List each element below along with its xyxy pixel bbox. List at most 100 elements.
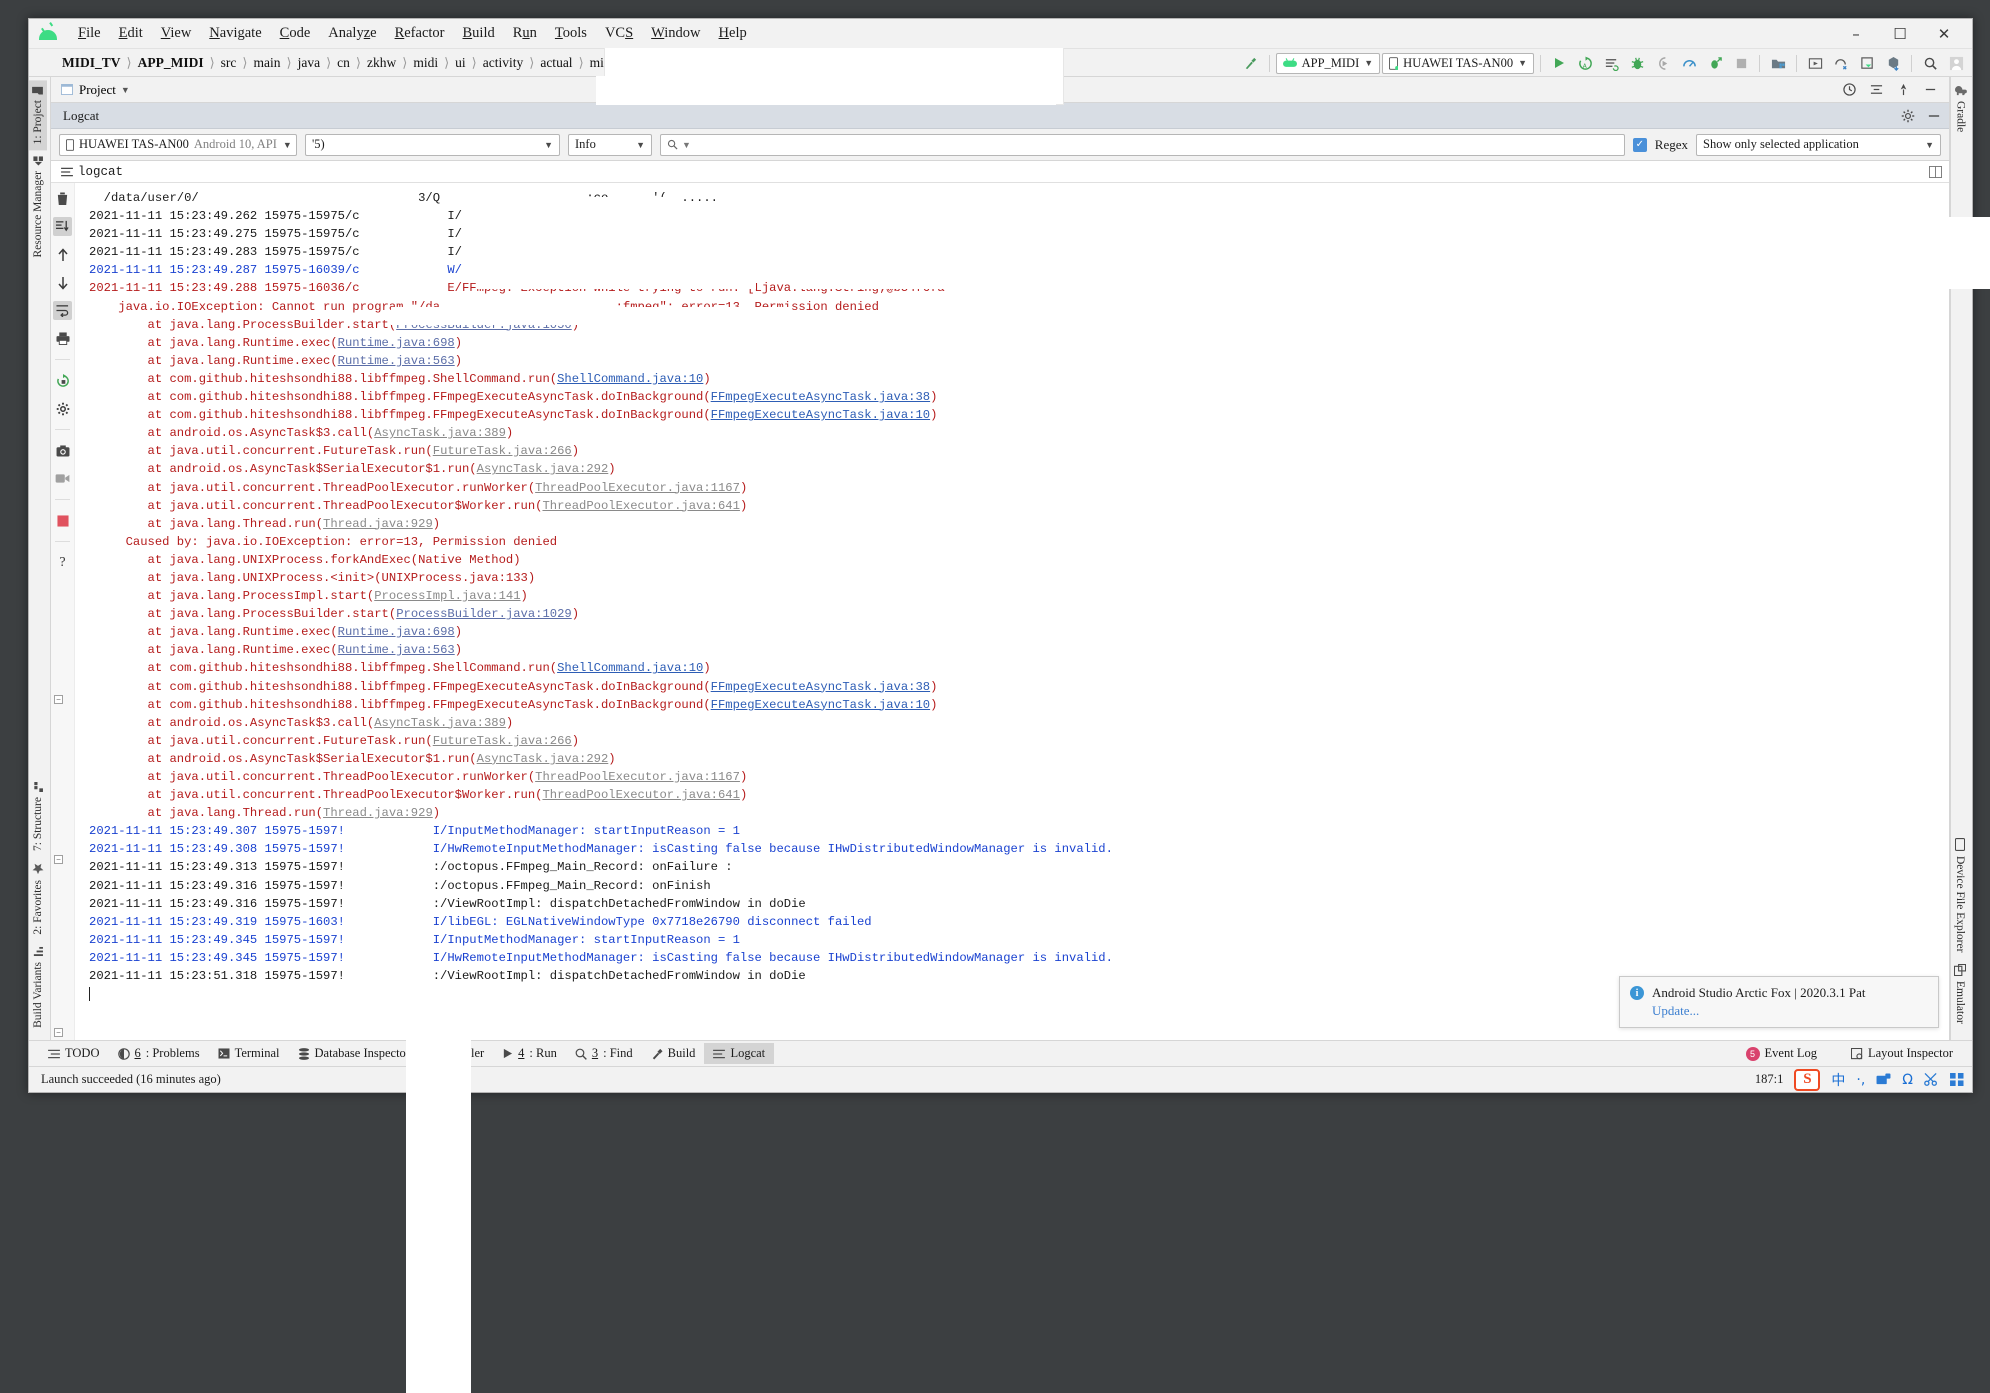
- search-everywhere-icon[interactable]: [1918, 51, 1942, 75]
- screen-record-icon[interactable]: [53, 469, 72, 488]
- device-filter-selector[interactable]: HUAWEI TAS-AN00 Android 10, API ▼: [59, 134, 297, 156]
- sidebar-item-gradle[interactable]: Gradle: [1951, 80, 1970, 138]
- device-manager-icon[interactable]: [1829, 51, 1853, 75]
- menu-window[interactable]: Window: [642, 22, 709, 45]
- tab-problems[interactable]: 6: Problems: [109, 1043, 209, 1064]
- scroll-to-end-icon[interactable]: [53, 217, 72, 236]
- stop-icon[interactable]: [53, 511, 72, 530]
- tab-run[interactable]: 4: Run: [493, 1043, 566, 1064]
- code-fold-marker[interactable]: −: [54, 695, 63, 704]
- menu-file[interactable]: File: [69, 22, 110, 45]
- apply-code-changes-icon[interactable]: [1599, 51, 1623, 75]
- ime-scissors-icon[interactable]: [1924, 1073, 1939, 1086]
- chevron-down-icon[interactable]: ▼: [121, 85, 130, 95]
- menu-vcs[interactable]: VCS: [596, 22, 642, 45]
- log-source-link[interactable]: FFmpegExecuteAsyncTask.java:38: [711, 390, 930, 404]
- code-fold-marker[interactable]: −: [54, 855, 63, 864]
- breadcrumb-item[interactable]: APP_MIDI: [135, 55, 207, 71]
- sidebar-item-structure[interactable]: 7: Structure: [29, 776, 47, 857]
- avd-manager-icon[interactable]: [1803, 51, 1827, 75]
- tab-event-log[interactable]: 5 Event Log: [1737, 1043, 1826, 1064]
- scope-selector[interactable]: Show only selected application ▼: [1696, 134, 1941, 156]
- breadcrumb-item[interactable]: ui: [452, 55, 469, 71]
- menu-view[interactable]: View: [152, 22, 201, 45]
- sidebar-item-favorites[interactable]: 2: Favorites: [29, 857, 47, 941]
- breadcrumb-item[interactable]: main: [251, 55, 284, 71]
- log-source-link[interactable]: FutureTask.java:266: [433, 734, 572, 748]
- ime-toolbox-icon[interactable]: [1950, 1073, 1964, 1086]
- log-source-link[interactable]: AsyncTask.java:292: [477, 752, 609, 766]
- history-icon[interactable]: [1843, 83, 1856, 96]
- avatar-icon[interactable]: [1944, 51, 1968, 75]
- sync-gradle-icon[interactable]: [1881, 51, 1905, 75]
- close-button[interactable]: ✕: [1922, 20, 1966, 48]
- tab-database-inspector[interactable]: Database Inspector: [289, 1043, 419, 1064]
- sidebar-item-emulator[interactable]: Emulator: [1951, 958, 1969, 1030]
- hide-panel-icon[interactable]: [1927, 109, 1941, 123]
- breadcrumb-item[interactable]: cn: [334, 55, 353, 71]
- log-source-link[interactable]: ShellCommand.java:10: [557, 661, 703, 675]
- process-filter-selector[interactable]: '5) ▼: [305, 134, 560, 156]
- notification-balloon[interactable]: i Android Studio Arctic Fox | 2020.3.1 P…: [1619, 976, 1939, 1028]
- settings-icon[interactable]: [53, 399, 72, 418]
- tab-find[interactable]: 3: Find: [566, 1043, 642, 1064]
- log-source-link[interactable]: ThreadPoolExecutor.java:1167: [535, 770, 740, 784]
- apply-changes-icon[interactable]: A: [1573, 51, 1597, 75]
- tab-logcat[interactable]: logcat: [61, 165, 123, 179]
- log-source-link[interactable]: ProcessImpl.java:141: [374, 589, 520, 603]
- layout-inspector-icon[interactable]: [1855, 51, 1879, 75]
- restart-icon[interactable]: [53, 371, 72, 390]
- soft-wrap-icon[interactable]: [53, 301, 72, 320]
- run-config-selector[interactable]: APP_MIDI ▼: [1276, 53, 1381, 74]
- device-selector[interactable]: HUAWEI TAS-AN00 ▼: [1382, 53, 1534, 74]
- screenshot-icon[interactable]: [53, 441, 72, 460]
- menu-build[interactable]: Build: [454, 22, 504, 45]
- menu-tools[interactable]: Tools: [546, 22, 596, 45]
- sidebar-item-resource-manager[interactable]: Resource Manager: [29, 150, 47, 264]
- tab-build[interactable]: Build: [642, 1043, 705, 1064]
- logcat-log-lines[interactable]: /data/user/0/ 3/Q ;co '( ........ -2021-…: [75, 183, 1949, 1040]
- breadcrumb-item[interactable]: actual: [537, 55, 575, 71]
- breadcrumb-item[interactable]: activity: [480, 55, 527, 71]
- debug-icon[interactable]: [1625, 51, 1649, 75]
- logcat-search-input[interactable]: ▼: [660, 134, 1625, 156]
- ime-symbols-icon[interactable]: Ω: [1902, 1072, 1913, 1088]
- tab-layout-inspector[interactable]: Layout Inspector: [1842, 1043, 1962, 1064]
- down-arrow-icon[interactable]: [53, 273, 72, 292]
- hide-icon[interactable]: [1924, 83, 1937, 96]
- menu-code[interactable]: Code: [271, 22, 320, 45]
- clear-logcat-icon[interactable]: [53, 189, 72, 208]
- regex-checkbox[interactable]: ✓: [1633, 138, 1647, 152]
- sidebar-item-project[interactable]: 1: Project: [29, 80, 47, 150]
- settings-gear-icon[interactable]: [1901, 109, 1915, 123]
- ime-punctuation-icon[interactable]: ·,: [1856, 1072, 1865, 1088]
- maximize-button[interactable]: ☐: [1878, 20, 1922, 48]
- log-source-link[interactable]: AsyncTask.java:292: [477, 462, 609, 476]
- log-source-link[interactable]: ThreadPoolExecutor.java:641: [542, 788, 739, 802]
- tab-todo[interactable]: TODO: [39, 1043, 109, 1064]
- caret-position[interactable]: 187:1: [1755, 1072, 1783, 1087]
- breadcrumb-item[interactable]: java: [295, 55, 324, 71]
- sdk-manager-icon[interactable]: [1766, 51, 1790, 75]
- hammer-build-icon[interactable]: [1239, 51, 1263, 75]
- locate-icon[interactable]: [1897, 83, 1910, 96]
- log-source-link[interactable]: FFmpegExecuteAsyncTask.java:38: [711, 680, 930, 694]
- logcat-subtab-actions[interactable]: [1929, 166, 1942, 178]
- log-source-link[interactable]: ThreadPoolExecutor.java:1167: [535, 481, 740, 495]
- tab-terminal[interactable]: Terminal: [209, 1043, 289, 1064]
- log-source-link[interactable]: ShellCommand.java:10: [557, 372, 703, 386]
- menu-navigate[interactable]: Navigate: [200, 22, 270, 45]
- breadcrumb-item[interactable]: MIDI_TV: [59, 55, 124, 71]
- log-source-link[interactable]: FFmpegExecuteAsyncTask.java:10: [711, 698, 930, 712]
- tab-logcat[interactable]: Logcat: [704, 1043, 774, 1064]
- profiler-icon[interactable]: [1677, 51, 1701, 75]
- menu-analyze[interactable]: Analyze: [319, 22, 385, 45]
- log-source-link[interactable]: Runtime.java:563: [338, 354, 455, 368]
- breadcrumb-item[interactable]: midi: [410, 55, 441, 71]
- minimize-button[interactable]: –: [1834, 20, 1878, 48]
- balloon-update-link[interactable]: Update...: [1652, 1003, 1928, 1019]
- sidebar-item-build-variants[interactable]: Build Variants: [29, 941, 47, 1034]
- log-source-link[interactable]: Runtime.java:563: [338, 643, 455, 657]
- sogou-ime-icon[interactable]: S: [1794, 1069, 1820, 1091]
- ime-keyboard-icon[interactable]: [1876, 1073, 1891, 1086]
